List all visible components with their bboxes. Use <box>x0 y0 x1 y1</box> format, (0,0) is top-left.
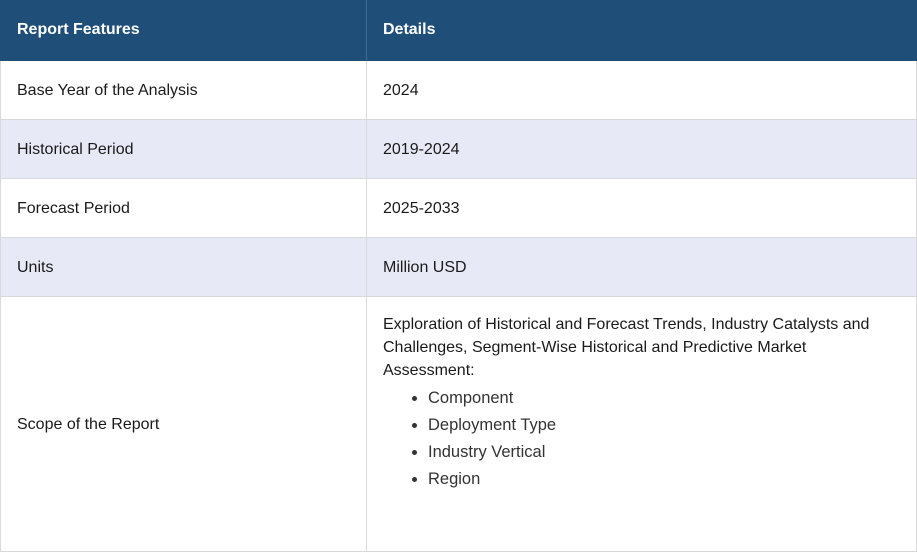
table-row: Forecast Period 2025-2033 <box>0 178 917 238</box>
feature-cell: Historical Period <box>0 119 367 179</box>
table-row: Historical Period 2019-2024 <box>0 119 917 179</box>
header-report-features: Report Features <box>0 0 367 61</box>
header-details: Details <box>366 0 917 61</box>
table-body: Base Year of the Analysis 2024 Historica… <box>0 60 917 552</box>
scope-description: Exploration of Historical and Forecast T… <box>383 316 870 379</box>
table-header: Report Features Details <box>0 0 917 61</box>
list-item: Region <box>428 466 900 493</box>
scope-feature-cell: Scope of the Report <box>0 296 367 552</box>
report-features-table: Report Features Details Base Year of the… <box>0 0 917 552</box>
table-row-scope: Scope of the Report Exploration of Histo… <box>0 296 917 552</box>
table-row: Base Year of the Analysis 2024 <box>0 60 917 120</box>
feature-cell: Base Year of the Analysis <box>0 60 367 120</box>
scope-detail-cell: Exploration of Historical and Forecast T… <box>366 296 917 552</box>
scope-segment-list: Component Deployment Type Industry Verti… <box>383 385 900 493</box>
detail-cell: 2024 <box>366 60 917 120</box>
detail-cell: Million USD <box>366 237 917 297</box>
feature-cell: Forecast Period <box>0 178 367 238</box>
list-item: Industry Vertical <box>428 439 900 466</box>
feature-cell: Units <box>0 237 367 297</box>
list-item: Deployment Type <box>428 412 900 439</box>
detail-cell: 2019-2024 <box>366 119 917 179</box>
list-item: Component <box>428 385 900 412</box>
table-row: Units Million USD <box>0 237 917 297</box>
header-row: Report Features Details <box>0 0 917 61</box>
detail-cell: 2025-2033 <box>366 178 917 238</box>
